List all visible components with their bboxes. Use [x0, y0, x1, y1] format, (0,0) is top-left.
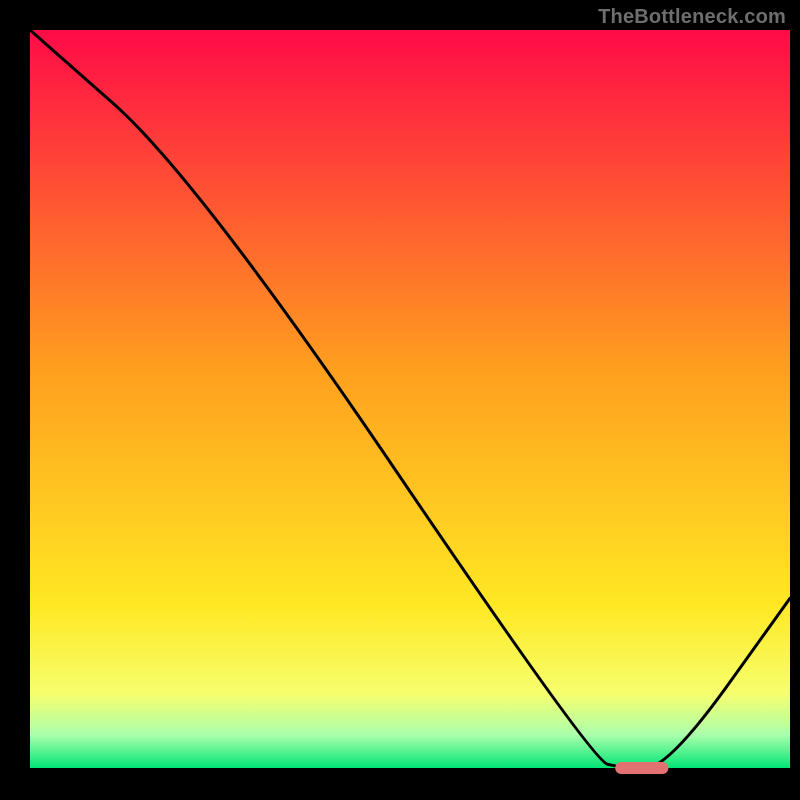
optimal-marker: [615, 762, 668, 774]
plot-background: [30, 30, 790, 768]
watermark-text: TheBottleneck.com: [598, 6, 786, 29]
bottleneck-chart: [0, 0, 800, 800]
chart-root: TheBottleneck.com: [0, 0, 800, 800]
